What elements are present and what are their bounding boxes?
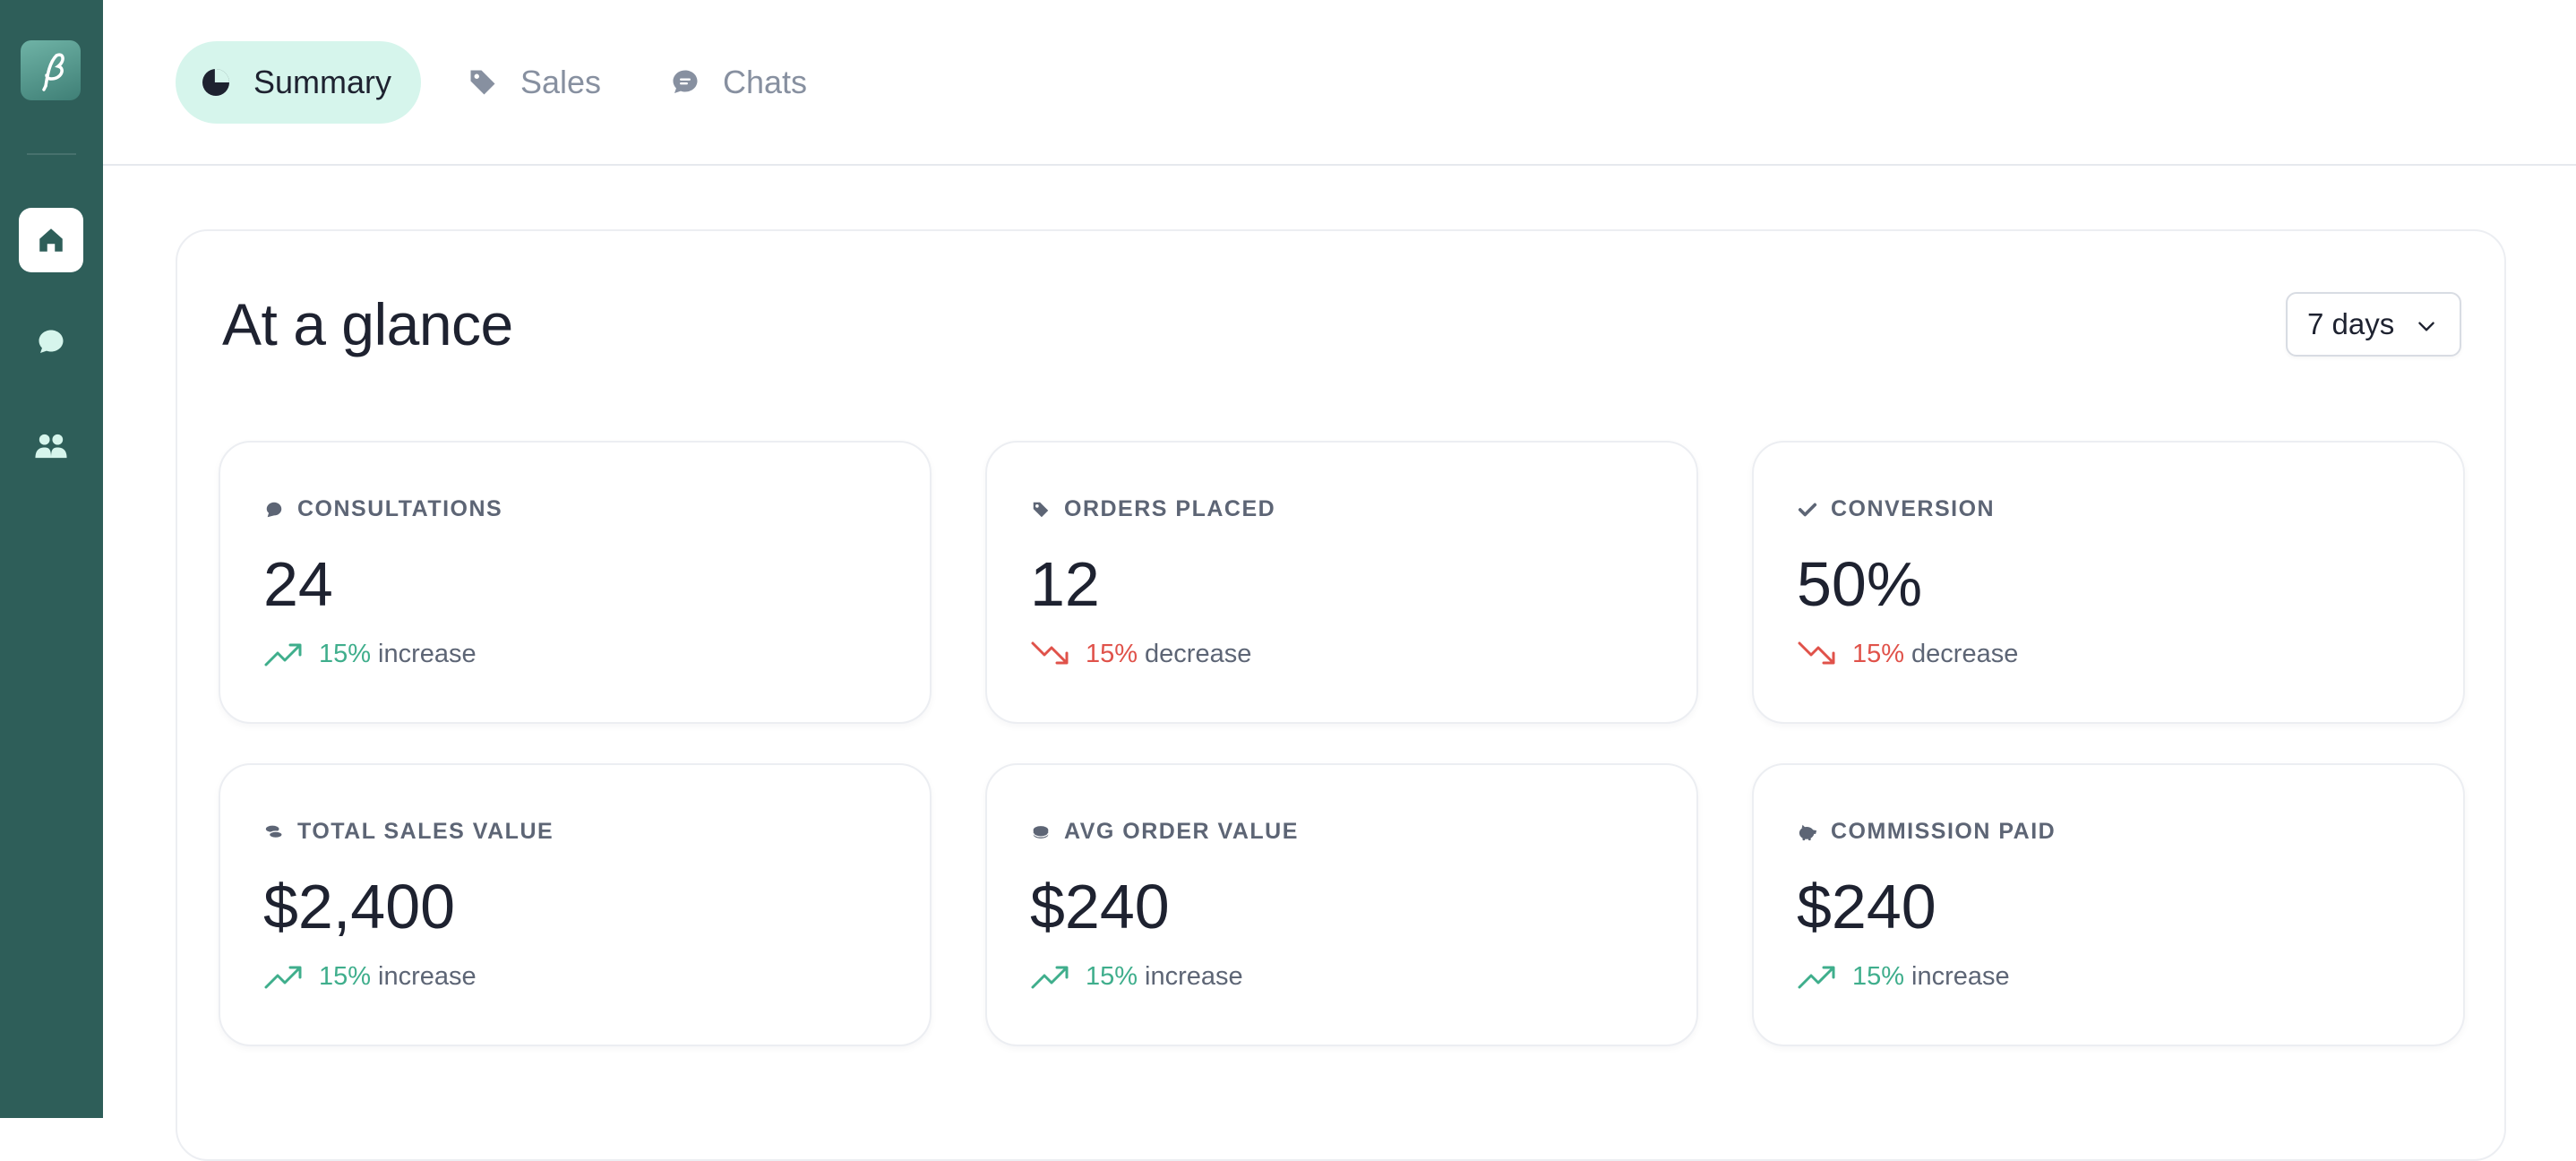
card-label: CONSULTATIONS <box>297 496 503 521</box>
at-a-glance-panel: At a glance 7 days CONSULTATIONS 24 15% … <box>176 229 2506 1161</box>
users-icon <box>35 434 67 459</box>
brand-logo[interactable] <box>21 40 81 100</box>
trend-word: decrease <box>1145 639 1252 668</box>
trend-word: increase <box>378 639 477 668</box>
trend-up-icon <box>1030 960 1071 993</box>
card-value: 50% <box>1797 549 1923 619</box>
chat-icon <box>263 499 285 520</box>
trend-percent: 15% <box>1086 639 1138 668</box>
period-value: 7 days <box>2307 307 2395 340</box>
card-value: $2,400 <box>263 872 456 942</box>
coin-icon <box>1030 821 1052 843</box>
page-title: At a glance <box>222 291 513 357</box>
sidebar-item-users[interactable] <box>19 414 83 478</box>
sidebar-item-home[interactable] <box>19 208 83 272</box>
trend-percent: 15% <box>1852 961 1905 991</box>
trend-indicator: 15% increase <box>1030 960 1243 993</box>
coins-icon <box>263 821 285 843</box>
card-value: 24 <box>263 549 333 619</box>
trend-indicator: 15% increase <box>1797 960 2010 993</box>
tab-label: Summary <box>253 64 392 100</box>
trend-word: increase <box>1911 961 2010 991</box>
check-icon <box>1797 499 1818 520</box>
feather-logo-icon <box>41 52 64 91</box>
trend-percent: 15% <box>319 961 372 991</box>
trend-up-icon <box>263 960 305 993</box>
chevron-down-icon <box>2418 322 2434 331</box>
top-nav: Summary Sales Chats <box>103 0 2576 166</box>
card-value: $240 <box>1030 872 1170 942</box>
trend-up-icon <box>263 638 305 670</box>
pie-chart-icon <box>198 64 234 100</box>
home-icon <box>39 228 63 252</box>
card-label: TOTAL SALES VALUE <box>297 819 554 844</box>
trend-indicator: 15% increase <box>263 960 477 993</box>
trend-percent: 15% <box>1852 639 1905 668</box>
card-label: AVG ORDER VALUE <box>1064 819 1299 844</box>
tab-label: Chats <box>723 64 808 100</box>
card-label: COMMISSION PAID <box>1831 819 2057 844</box>
trend-word: decrease <box>1911 639 2019 668</box>
card-label: CONVERSION <box>1831 496 1996 521</box>
tab-chats[interactable]: Chats <box>667 41 807 124</box>
trend-indicator: 15% increase <box>263 638 477 670</box>
card-value: $240 <box>1797 872 1936 942</box>
trend-indicator: 15% decrease <box>1030 638 1251 670</box>
tag-icon <box>465 64 501 100</box>
trend-down-icon <box>1797 638 1838 670</box>
metric-card-conversion: CONVERSION 50% 15% decrease <box>1752 441 2465 724</box>
metric-card-avg-order-value: AVG ORDER VALUE $240 15% increase <box>985 763 1698 1046</box>
trend-word: increase <box>378 961 477 991</box>
trend-down-icon <box>1030 638 1071 670</box>
piggy-bank-icon <box>1797 821 1818 843</box>
metric-card-consultations: CONSULTATIONS 24 15% increase <box>219 441 932 724</box>
trend-indicator: 15% decrease <box>1797 638 2018 670</box>
chat-bubble-icon <box>39 330 64 353</box>
metric-card-total-sales-value: TOTAL SALES VALUE $2,400 15% increase <box>219 763 932 1046</box>
metric-card-commission-paid: COMMISSION PAID $240 15% increase <box>1752 763 2465 1046</box>
sidebar-item-chats[interactable] <box>19 310 83 374</box>
tab-label: Sales <box>520 64 602 100</box>
trend-percent: 15% <box>319 639 372 668</box>
sidebar <box>0 0 103 1118</box>
period-select[interactable]: 7 days <box>2286 292 2461 357</box>
trend-word: increase <box>1145 961 1243 991</box>
trend-up-icon <box>1797 960 1838 993</box>
card-value: 12 <box>1030 549 1100 619</box>
tab-summary[interactable]: Summary <box>176 41 421 124</box>
sidebar-divider <box>27 153 76 155</box>
chat-icon <box>667 64 703 100</box>
tag-icon <box>1030 499 1052 520</box>
metric-card-orders-placed: ORDERS PLACED 12 15% decrease <box>985 441 1698 724</box>
tab-sales[interactable]: Sales <box>465 41 601 124</box>
trend-percent: 15% <box>1086 961 1138 991</box>
card-label: ORDERS PLACED <box>1064 496 1276 521</box>
